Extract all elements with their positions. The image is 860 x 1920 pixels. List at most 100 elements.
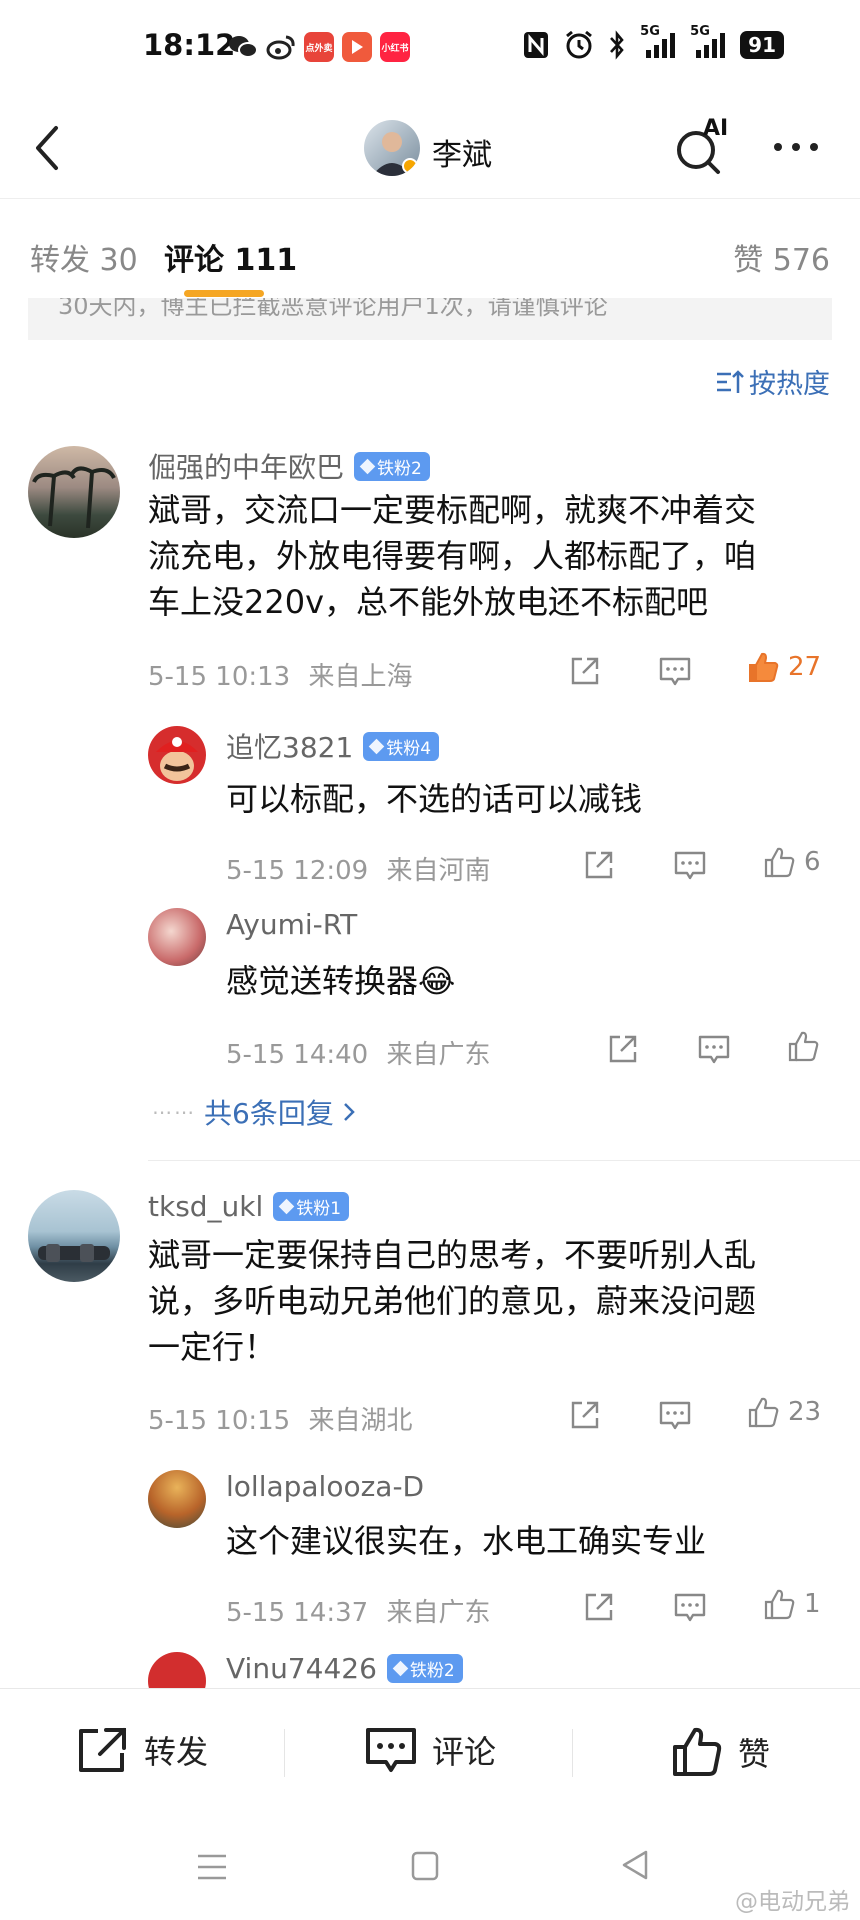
- weibo-icon: [266, 34, 296, 60]
- reply-button[interactable]: [673, 1590, 707, 1624]
- badge-text: 铁粉2: [377, 458, 422, 479]
- comment-avatar[interactable]: [28, 1190, 120, 1282]
- reply-text: 可以标配，不选的话可以减钱: [226, 780, 643, 818]
- comment-line: 说，多听电动兄弟他们的意见，蔚来没问题: [148, 1282, 757, 1320]
- wechat-icon: [228, 34, 258, 60]
- share-button[interactable]: [568, 654, 602, 688]
- reply-username[interactable]: 追忆3821 铁粉4: [226, 726, 440, 766]
- comment-line: 斌哥一定要保持自己的思考，不要听别人乱: [148, 1236, 757, 1274]
- bar-separator: [284, 1729, 285, 1777]
- battery-indicator: 91: [740, 31, 784, 59]
- signal-icon-1: 5G: [640, 24, 676, 60]
- tab-comment[interactable]: 评论 111: [164, 235, 297, 279]
- username-text[interactable]: Vinu74426: [226, 1652, 377, 1685]
- reply-username[interactable]: Vinu74426 铁粉2: [226, 1652, 463, 1685]
- comment-meta: 5-15 10:13 来自上海: [148, 656, 412, 693]
- like-count: 1: [804, 1589, 821, 1619]
- username-text[interactable]: tksd_ukl: [148, 1190, 263, 1223]
- reply-time: 5-15 14:37: [226, 1598, 369, 1628]
- share-icon: [571, 657, 599, 685]
- thumbs-up-icon: [748, 1397, 779, 1428]
- share-button[interactable]: [582, 1590, 616, 1624]
- app-icon-1: 点外卖: [304, 32, 334, 62]
- chevron-right-icon: [343, 1103, 355, 1121]
- author-avatar[interactable]: [364, 120, 420, 176]
- like-button[interactable]: 23: [746, 1395, 821, 1429]
- comment-line: 斌哥，交流口一定要标配啊，就爽不冲着交: [148, 491, 757, 529]
- more-replies-link[interactable]: ⋯⋯ 共6条回复: [152, 1092, 356, 1132]
- dots-decoration: ⋯⋯: [152, 1100, 196, 1124]
- thumbs-up-icon: [764, 847, 795, 878]
- reply-button[interactable]: [673, 848, 707, 882]
- share-icon: [571, 1401, 599, 1429]
- tab-bar: 转发 30 评论 111 赞 576: [0, 198, 860, 305]
- signal-icon-2: 5G: [690, 24, 726, 60]
- reply-location: 来自广东: [386, 1040, 491, 1070]
- share-button[interactable]: [582, 848, 616, 882]
- comment-icon: [674, 1593, 706, 1622]
- comment-username[interactable]: tksd_ukl 铁粉1: [148, 1190, 350, 1223]
- share-icon: [585, 1593, 613, 1621]
- sort-label: 按热度: [749, 369, 830, 400]
- repost-button[interactable]: 转发: [76, 1725, 208, 1775]
- comment-icon: [674, 851, 706, 880]
- like-button[interactable]: [786, 1029, 820, 1063]
- more-replies-text[interactable]: 共6条回复: [204, 1092, 334, 1132]
- status-time: 18:12: [143, 28, 236, 62]
- reply-button[interactable]: [697, 1032, 731, 1066]
- username-text[interactable]: lollapalooza-D: [226, 1470, 424, 1503]
- diamond-icon: [368, 738, 385, 754]
- fan-badge: 铁粉2: [386, 1654, 463, 1683]
- watermark: @电动兄弟: [735, 1889, 850, 1915]
- more-options-button[interactable]: [766, 132, 826, 162]
- reply-button[interactable]: [658, 654, 692, 688]
- diamond-icon: [359, 458, 376, 474]
- back-button[interactable]: [28, 118, 68, 178]
- comment-text: 斌哥一定要保持自己的思考，不要听别人乱 说，多听电动兄弟他们的意见，蔚来没问题 …: [148, 1232, 756, 1370]
- reply-avatar[interactable]: [148, 1470, 206, 1528]
- menu-nav-button[interactable]: [196, 1852, 228, 1882]
- reply-username[interactable]: lollapalooza-D: [226, 1470, 424, 1503]
- reply-text: 感觉送转换器😂: [226, 962, 456, 1000]
- ai-search-button[interactable]: AI: [672, 116, 732, 178]
- username-text[interactable]: Ayumi-RT: [226, 908, 357, 941]
- reply-username[interactable]: Ayumi-RT: [226, 908, 357, 941]
- tab-repost[interactable]: 转发 30: [30, 235, 138, 279]
- back-triangle-icon: [622, 1850, 648, 1880]
- like-button[interactable]: 27: [746, 650, 821, 684]
- like-count: 27: [788, 652, 822, 682]
- comment-icon: [698, 1035, 730, 1064]
- like-button[interactable]: 6: [762, 845, 821, 879]
- thumbs-up-icon: [788, 1031, 819, 1062]
- system-nav-bar: [0, 1818, 860, 1920]
- username-text[interactable]: 倔强的中年欧巴: [148, 446, 344, 486]
- badge-text: 铁粉2: [409, 1661, 455, 1681]
- tab-active-indicator: [184, 290, 264, 297]
- thumbs-up-icon: [673, 1727, 722, 1776]
- like-button[interactable]: 1: [762, 1587, 821, 1621]
- home-nav-button[interactable]: [410, 1850, 440, 1882]
- back-nav-button[interactable]: [620, 1848, 650, 1882]
- like-button[interactable]: 赞: [670, 1725, 770, 1779]
- username-text[interactable]: 追忆3821: [226, 726, 353, 766]
- share-button[interactable]: [606, 1032, 640, 1066]
- reply-avatar[interactable]: [148, 908, 206, 966]
- share-icon: [609, 1035, 637, 1063]
- thumbs-up-icon: [764, 1589, 795, 1620]
- repost-icon: [79, 1728, 126, 1772]
- comment-button[interactable]: 评论: [364, 1725, 496, 1775]
- share-button[interactable]: [568, 1398, 602, 1432]
- comment-icon: [659, 657, 691, 686]
- sort-button[interactable]: 按热度: [715, 362, 830, 401]
- reply-meta: 5-15 14:37 来自广东: [226, 1592, 490, 1629]
- bluetooth-icon: [608, 30, 626, 60]
- like-label: 赞: [738, 1735, 771, 1773]
- reply-button[interactable]: [658, 1398, 692, 1432]
- comment-username[interactable]: 倔强的中年欧巴 铁粉2: [148, 446, 430, 486]
- network-label-2: 5G: [690, 24, 710, 39]
- reply-text: 这个建议很实在，水电工确实专业: [226, 1522, 707, 1560]
- fan-badge: 铁粉4: [363, 731, 440, 761]
- reply-avatar[interactable]: [148, 726, 206, 784]
- tab-like[interactable]: 赞 576: [733, 235, 830, 279]
- comment-avatar[interactable]: [28, 446, 120, 538]
